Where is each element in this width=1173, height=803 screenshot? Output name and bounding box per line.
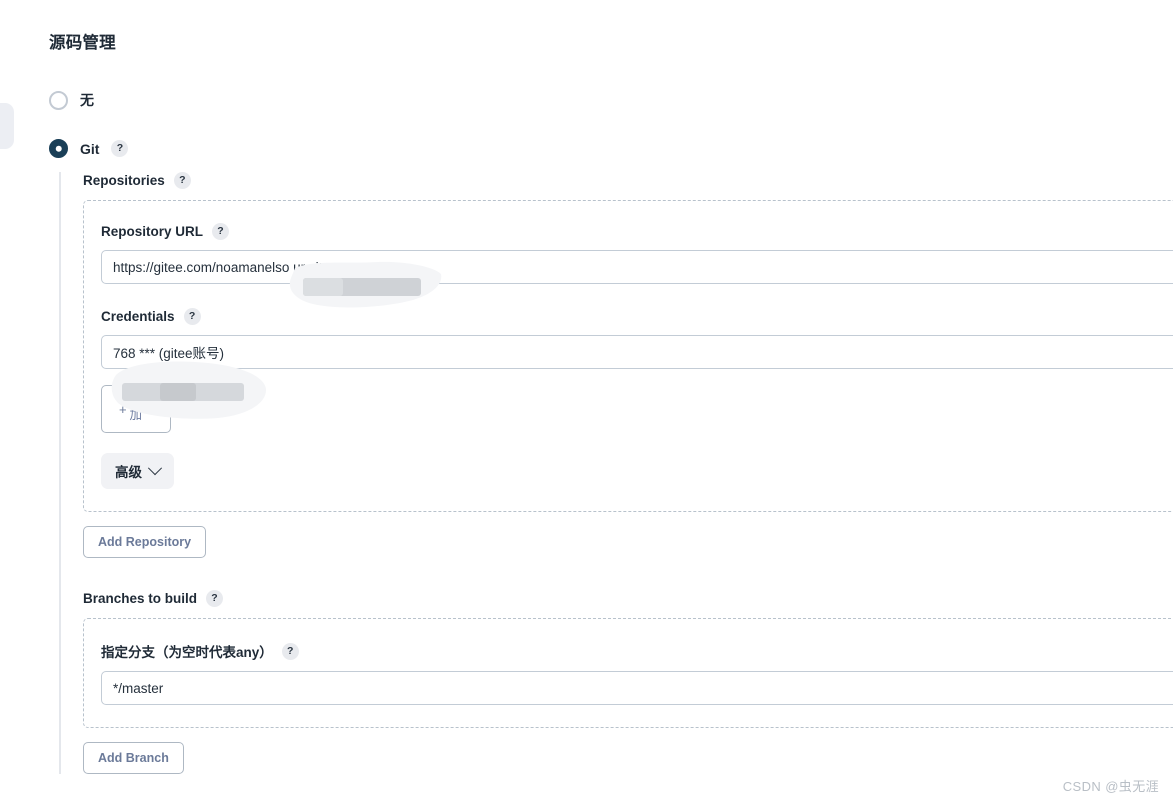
scm-option-git[interactable]: Git ? <box>49 139 129 158</box>
credentials-select[interactable]: 768 *** (gitee账号) <box>101 335 1173 369</box>
chevron-down-icon <box>147 461 163 476</box>
scm-option-git-label: Git <box>80 140 100 157</box>
branch-specifier-input[interactable]: */master <box>101 671 1173 705</box>
repositories-label: Repositories <box>83 173 165 188</box>
page-title: 源码管理 <box>49 34 116 52</box>
advanced-label: 高级 <box>115 465 142 480</box>
git-section: Repositories ? Repository URL ? https://… <box>59 172 1173 774</box>
watermark: CSDN @虫无涯 <box>1062 779 1159 794</box>
help-icon-credentials[interactable]: ? <box>183 308 201 325</box>
radio-git-icon[interactable] <box>49 139 68 158</box>
add-credentials-button[interactable]: + 添 加 <box>101 385 171 433</box>
scm-option-none-label: 无 <box>80 92 94 108</box>
repository-block: Repository URL ? https://gitee.com/noama… <box>83 200 1173 512</box>
repository-url-input[interactable]: https://gitee.com/noamanelso ur.git <box>101 250 1173 284</box>
credentials-label: Credentials <box>101 309 175 324</box>
credentials-field: Credentials ? 768 *** (gitee账号) + 添 加 <box>101 308 1173 433</box>
radio-none-icon[interactable] <box>49 90 68 110</box>
repository-url-label: Repository URL <box>101 224 204 239</box>
credentials-label-row: Credentials ? <box>101 308 1173 325</box>
scm-option-none[interactable]: 无 <box>49 90 94 110</box>
advanced-toggle-button[interactable]: 高级 <box>101 453 174 489</box>
branch-specifier-label: 指定分支（为空时代表any） <box>101 645 273 660</box>
branches-to-build-label: Branches to build <box>83 591 198 606</box>
repositories-label-row: Repositories ? <box>83 172 1173 189</box>
scm-configuration-page: 源码管理 无 Git ? Repositories ? Repository U… <box>0 0 1173 803</box>
caret-down-icon <box>145 406 154 412</box>
help-icon-branch-specifier[interactable]: ? <box>281 642 299 660</box>
repository-url-label-row: Repository URL ? <box>101 223 1173 240</box>
help-icon-repositories[interactable]: ? <box>173 172 191 189</box>
add-credentials-label: 添 加 <box>129 394 143 422</box>
add-repository-button[interactable]: Add Repository <box>83 526 207 558</box>
add-branch-button[interactable]: Add Branch <box>83 742 184 774</box>
help-icon-repository-url[interactable]: ? <box>212 223 230 240</box>
branch-specifier-field: 指定分支（为空时代表any） ? */master <box>101 641 1173 705</box>
branch-block: 指定分支（为空时代表any） ? */master <box>83 618 1173 728</box>
branch-specifier-label-row: 指定分支（为空时代表any） ? <box>101 641 1173 661</box>
repository-url-field: Repository URL ? https://gitee.com/noama… <box>101 223 1173 284</box>
help-icon-branches[interactable]: ? <box>206 590 224 607</box>
plus-icon: + <box>118 401 127 417</box>
help-icon-git[interactable]: ? <box>111 140 129 157</box>
branches-label-row: Branches to build ? <box>83 590 1173 607</box>
